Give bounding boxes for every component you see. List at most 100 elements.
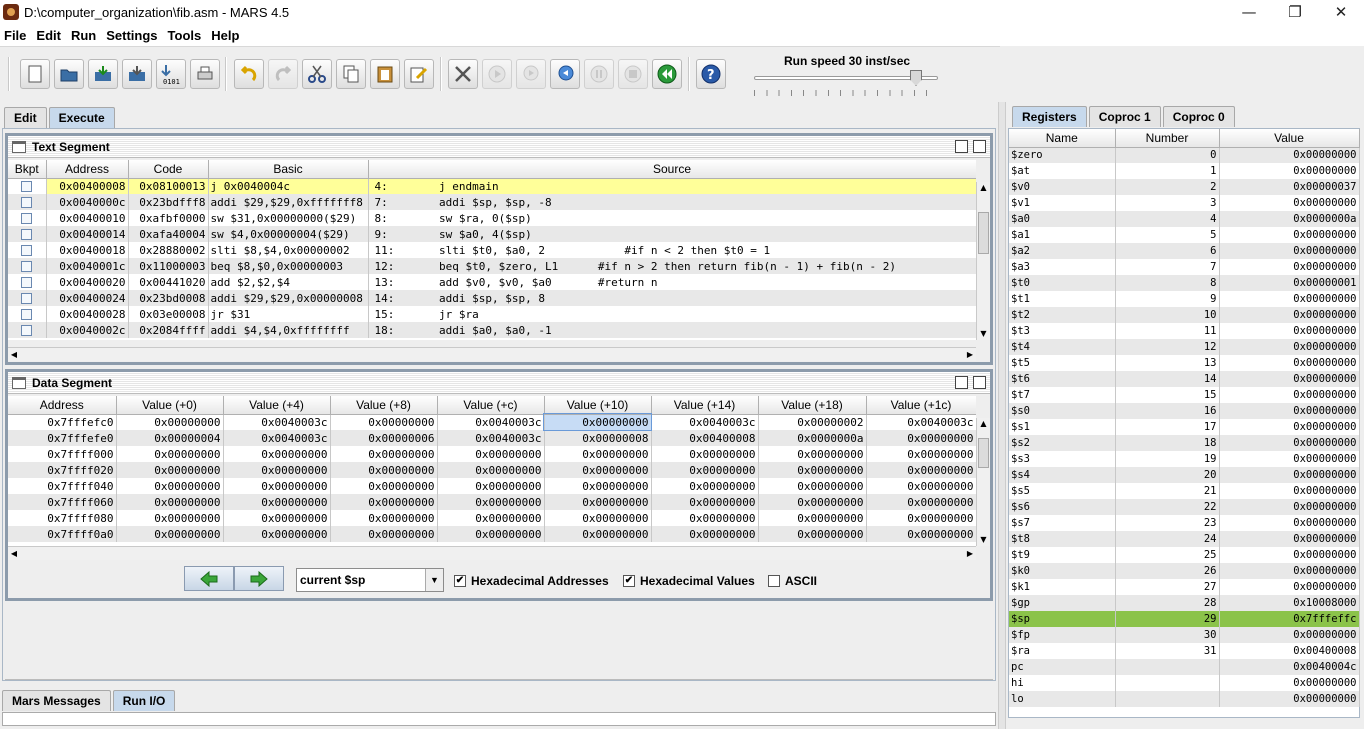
register-row[interactable]: $gp 28 0x10008000 [1009, 595, 1360, 611]
register-row[interactable]: lo 0x00000000 [1009, 691, 1360, 707]
hex-addresses-checkbox[interactable]: ✔ Hexadecimal Addresses [454, 574, 609, 588]
register-row[interactable]: $k0 26 0x00000000 [1009, 563, 1360, 579]
assemble-button[interactable] [448, 59, 478, 89]
breakpoint-checkbox[interactable] [21, 197, 33, 208]
memory-value-cell[interactable]: 0x0040003c [223, 430, 331, 446]
memory-value-cell[interactable]: 0x00000000 [437, 494, 545, 510]
register-value-cell[interactable]: 0x00000000 [1219, 499, 1360, 515]
minimize-button[interactable]: — [1226, 0, 1272, 24]
find-replace-button[interactable] [404, 59, 434, 89]
save-as-button[interactable] [122, 59, 152, 89]
col-data-7[interactable]: Value (+18) [758, 396, 867, 415]
maximize-button[interactable]: ❐ [1272, 0, 1318, 24]
scroll-up-icon[interactable]: ▲ [977, 418, 990, 430]
table-row[interactable]: 0x7ffff040 0x00000000 0x00000000 0x00000000… [8, 478, 976, 494]
col-data-6[interactable]: Value (+14) [651, 396, 759, 415]
memory-value-cell[interactable]: 0x00000000 [330, 446, 438, 462]
memory-value-cell[interactable]: 0x00000000 [223, 526, 331, 542]
memory-value-cell[interactable]: 0x00000000 [651, 526, 759, 542]
register-row[interactable]: $at 1 0x00000000 [1009, 163, 1360, 179]
memory-value-cell[interactable]: 0x00000000 [437, 478, 545, 494]
register-row[interactable]: $v1 3 0x00000000 [1009, 195, 1360, 211]
next-memory-button[interactable] [234, 566, 284, 591]
register-value-cell[interactable]: 0x00000000 [1219, 627, 1360, 643]
menu-run[interactable]: Run [71, 28, 96, 43]
reset-button[interactable] [652, 59, 682, 89]
col-basic[interactable]: Basic [208, 160, 369, 179]
memory-value-cell[interactable]: 0x00000000 [330, 494, 438, 510]
memory-value-cell[interactable]: 0x00000000 [437, 462, 545, 478]
bkpt-cell[interactable] [8, 194, 47, 210]
register-value-cell[interactable]: 0x00000000 [1219, 515, 1360, 531]
register-value-cell[interactable]: 0x00000000 [1219, 259, 1360, 275]
redo-button[interactable] [268, 59, 298, 89]
memory-value-cell[interactable]: 0x00000000 [544, 510, 652, 526]
table-row[interactable]: 0x00400008 0x08100013 j 0x0040004c 4: j end… [8, 178, 976, 194]
memory-value-cell[interactable]: 0x00000000 [758, 494, 867, 510]
memory-value-cell[interactable]: 0x00000000 [758, 478, 867, 494]
register-row[interactable]: $t2 10 0x00000000 [1009, 307, 1360, 323]
bkpt-cell[interactable] [8, 258, 47, 274]
register-row[interactable]: $s4 20 0x00000000 [1009, 467, 1360, 483]
breakpoint-checkbox[interactable] [21, 277, 33, 288]
table-row[interactable]: 0x7fffefe0 0x00000004 0x0040003c 0x00000006… [8, 430, 976, 446]
memory-value-cell[interactable]: 0x00000000 [544, 526, 652, 542]
register-row[interactable]: $s7 23 0x00000000 [1009, 515, 1360, 531]
memory-value-cell[interactable]: 0x00000000 [651, 462, 759, 478]
register-row[interactable]: $s5 21 0x00000000 [1009, 483, 1360, 499]
register-value-cell[interactable]: 0x00000000 [1219, 323, 1360, 339]
memory-value-cell[interactable]: 0x0040003c [437, 430, 545, 446]
register-value-cell[interactable]: 0x00000000 [1219, 403, 1360, 419]
maximize-icon[interactable] [973, 376, 986, 389]
register-value-cell[interactable]: 0x00000000 [1219, 339, 1360, 355]
table-row[interactable]: 0x0040002c 0x2084ffff addi $4,$4,0xfffffff… [8, 322, 976, 338]
register-value-cell[interactable]: 0x00000000 [1219, 531, 1360, 547]
breakpoint-checkbox[interactable] [21, 309, 33, 320]
text-segment-vscroll[interactable]: ▲ ▼ [976, 182, 990, 340]
close-button[interactable]: ✕ [1318, 0, 1364, 24]
scroll-knob[interactable] [978, 212, 989, 254]
memory-value-cell[interactable]: 0x00000000 [544, 446, 652, 462]
prev-memory-button[interactable] [184, 566, 234, 591]
register-row[interactable]: $a0 4 0x0000000a [1009, 211, 1360, 227]
scroll-knob[interactable] [978, 438, 989, 468]
memory-value-cell[interactable]: 0x00000000 [866, 446, 976, 462]
register-row[interactable]: $s3 19 0x00000000 [1009, 451, 1360, 467]
memory-value-cell[interactable]: 0x0040003c [651, 414, 759, 430]
col-data-4[interactable]: Value (+c) [437, 396, 545, 415]
data-segment-hscroll[interactable]: ◀ ▶ [8, 546, 976, 560]
memory-value-cell[interactable]: 0x00000000 [223, 446, 331, 462]
bkpt-cell[interactable] [8, 178, 47, 194]
hex-values-checkbox[interactable]: ✔ Hexadecimal Values [623, 574, 755, 588]
stop-button[interactable] [618, 59, 648, 89]
memory-value-cell[interactable]: 0x00000000 [437, 510, 545, 526]
register-value-cell[interactable]: 0x00400008 [1219, 643, 1360, 659]
register-row[interactable]: $s2 18 0x00000000 [1009, 435, 1360, 451]
memory-value-cell[interactable]: 0x00000000 [651, 510, 759, 526]
register-value-cell[interactable]: 0x00000000 [1219, 451, 1360, 467]
memory-value-cell[interactable]: 0x00000000 [758, 446, 867, 462]
table-row[interactable]: 0x00400024 0x23bd0008 addi $29,$29,0x00000… [8, 290, 976, 306]
tab-registers[interactable]: Registers [1012, 106, 1087, 127]
memory-value-cell[interactable]: 0x00000000 [544, 462, 652, 478]
tab-run-io[interactable]: Run I/O [112, 690, 176, 711]
table-row[interactable]: 0x00400020 0x00441020 add $2,$2,$4 13: add … [8, 274, 976, 290]
memory-value-cell[interactable]: 0x00000000 [116, 526, 224, 542]
register-row[interactable]: $t3 11 0x00000000 [1009, 323, 1360, 339]
breakpoint-checkbox[interactable] [21, 261, 33, 272]
col-data-2[interactable]: Value (+4) [223, 396, 331, 415]
memory-value-cell[interactable]: 0x00000000 [758, 510, 867, 526]
register-value-cell[interactable]: 0x00000000 [1219, 163, 1360, 179]
register-value-cell[interactable]: 0x00000000 [1219, 547, 1360, 563]
register-value-cell[interactable]: 0x0000000a [1219, 211, 1360, 227]
paste-button[interactable] [370, 59, 400, 89]
breakpoint-checkbox[interactable] [21, 245, 33, 256]
tab-coproc1[interactable]: Coproc 1 [1088, 106, 1161, 127]
breakpoint-checkbox[interactable] [21, 325, 33, 336]
col-data-8[interactable]: Value (+1c) [866, 396, 976, 415]
col-data-5[interactable]: Value (+10) [544, 396, 652, 415]
memory-value-cell[interactable]: 0x00000000 [116, 446, 224, 462]
register-value-cell[interactable]: 0x00000000 [1219, 227, 1360, 243]
col-reg-number[interactable]: Number [1115, 129, 1220, 148]
bkpt-cell[interactable] [8, 242, 47, 258]
